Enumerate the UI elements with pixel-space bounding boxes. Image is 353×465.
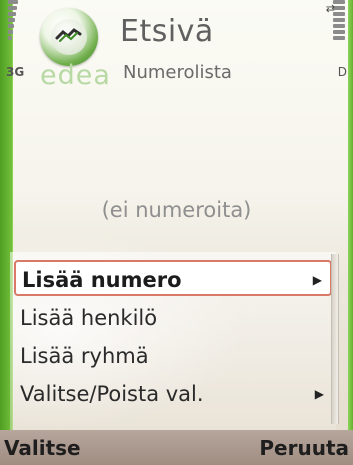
- view-subtitle: Numerolista: [123, 62, 232, 83]
- submenu-arrow-icon: ▶: [312, 273, 322, 287]
- left-softkey-select[interactable]: Valitse: [4, 436, 81, 460]
- menu-item-label: Lisää ryhmä: [20, 344, 149, 368]
- empty-list-message: (ei numeroita): [101, 198, 252, 222]
- softkey-bar: Valitse Peruuta: [0, 430, 353, 465]
- menu-item-label: Lisää henkilö: [20, 306, 158, 330]
- app-title: Etsivä: [120, 14, 214, 49]
- menu-item-add-person[interactable]: Lisää henkilö: [14, 300, 332, 336]
- telephone-directory-icon: [40, 8, 98, 66]
- right-softkey-cancel[interactable]: Peruuta: [259, 436, 349, 460]
- battery-level-icon: [333, 0, 347, 42]
- submenu-arrow-icon: ▶: [314, 387, 324, 401]
- menu-item-label: Lisää numero: [22, 268, 182, 292]
- signal-strength-icon: [8, 0, 22, 42]
- menu-item-add-group[interactable]: Lisää ryhmä: [14, 338, 332, 374]
- usb-connection-icon: ⇄: [325, 2, 335, 15]
- right-frame-strip: [348, 0, 353, 465]
- menu-item-label: Valitse/Poista val.: [20, 382, 204, 406]
- menu-scrollbar[interactable]: [331, 254, 339, 424]
- network-type-label: 3G: [6, 65, 25, 79]
- brand-logo-text: edea: [40, 60, 111, 91]
- menu-item-add-number[interactable]: Lisää numero ▶: [14, 260, 332, 296]
- battery-indicator-label: D: [337, 65, 347, 79]
- options-popup-menu: Lisää numero ▶ Lisää henkilö Lisää ryhmä…: [10, 252, 336, 430]
- menu-item-select-deselect[interactable]: Valitse/Poista val. ▶: [14, 376, 332, 412]
